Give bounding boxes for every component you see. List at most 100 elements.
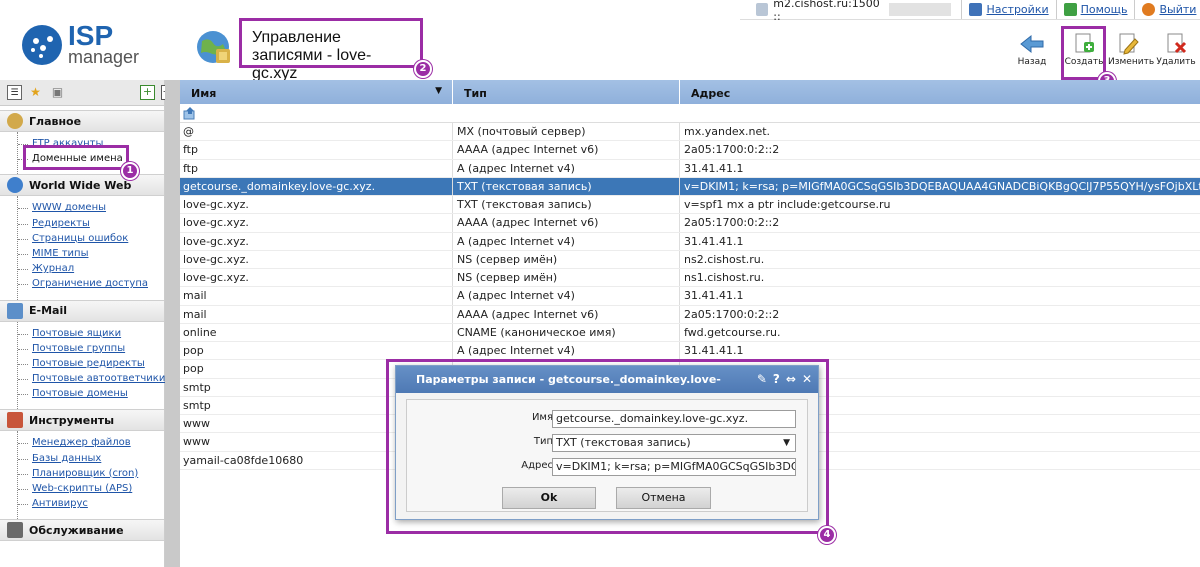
sidebar-tabs: ☰ ★ ▣ + − (0, 80, 173, 106)
sidebar-item-cron[interactable]: Планировщик (cron) (18, 466, 164, 481)
back-button[interactable]: Назад (1012, 33, 1052, 67)
sidebar-item-www-domains[interactable]: WWW домены (18, 200, 164, 215)
cell-type: NS (сервер имён) (453, 250, 680, 268)
sidebar-group-maintenance[interactable]: Обслуживание (0, 519, 164, 542)
menu-tab-icon[interactable]: ☰ (7, 85, 22, 100)
table-row[interactable]: mail A (адрес Internet v4) 31.41.41.1 (180, 287, 1200, 306)
cell-type: AAAA (адрес Internet v6) (453, 305, 680, 323)
sidebar-item-mail-domains[interactable]: Почтовые домены (18, 386, 164, 401)
cell-address: ns2.cishost.ru. (684, 252, 765, 266)
cell-type: A (адрес Internet v4) (453, 159, 680, 177)
cell-address: fwd.getcourse.ru. (684, 325, 781, 339)
sidebar-item-mail-redirects[interactable]: Почтовые редиректы (18, 356, 164, 371)
cell-name: love-gc.xyz. (180, 214, 453, 232)
group-title-www: World Wide Web (29, 178, 132, 192)
cell-address: v=DKIM1; k=rsa; p=MIGfMA0GCSqGSIb3DQEBAQ… (684, 179, 1200, 193)
help-link[interactable]: Помощь (1057, 0, 1136, 19)
logout-label: Выйти (1159, 3, 1197, 16)
sidebar-item-mime-types[interactable]: MIME типы (18, 246, 164, 261)
table-row[interactable]: ftp A (адрес Internet v4) 31.41.41.1 (180, 159, 1200, 178)
edit-button[interactable]: Изменить (1108, 33, 1154, 67)
cell-type: CNAME (каноническое имя) (453, 323, 680, 341)
cell-name: love-gc.xyz. (180, 269, 453, 287)
group-title-tools: Инструменты (29, 413, 115, 427)
mail-icon (7, 302, 23, 319)
sidebar-item-file-manager[interactable]: Менеджер файлов (18, 435, 164, 450)
sidebar-item-redirects[interactable]: Редиректы (18, 216, 164, 231)
annotation-badge-2: 2 (414, 60, 432, 78)
domain-names-highlight (23, 145, 129, 170)
cell-address: v=spf1 mx a ptr include:getcourse.ru (684, 198, 891, 211)
server-icon (756, 3, 769, 16)
group-title-maintenance: Обслуживание (29, 523, 124, 537)
cell-type: AAAA (адрес Internet v6) (453, 214, 680, 232)
parent-level-row[interactable] (180, 104, 1200, 123)
help-label: Помощь (1080, 3, 1128, 16)
table-row[interactable]: love-gc.xyz. NS (сервер имён) ns2.cishost.… (180, 250, 1200, 269)
sort-down-icon: ▼ (435, 86, 442, 96)
sidebar-items-email: Почтовые ящики Почтовые группы Почтовые … (17, 321, 165, 410)
sidebar-item-log[interactable]: Журнал (18, 261, 164, 276)
table-row[interactable]: love-gc.xyz. NS (сервер имён) ns1.cishost.… (180, 269, 1200, 288)
level-up-icon[interactable] (183, 106, 197, 120)
back-arrow-icon (1020, 34, 1044, 54)
group-title-email: E-Mail (29, 304, 67, 317)
table-row[interactable]: mail AAAA (адрес Internet v6) 2a05:1700:0:… (180, 305, 1200, 324)
sidebar-group-main[interactable]: Главное (0, 110, 164, 132)
table-row[interactable]: love-gc.xyz. AAAA (адрес Internet v6) 2a05… (180, 214, 1200, 233)
sidebar-item-mail-groups[interactable]: Почтовые группы (18, 341, 164, 356)
cell-address: 31.41.41.1 (684, 289, 744, 303)
sidebar-item-antivirus[interactable]: Антивирус (18, 496, 164, 511)
sidebar-item-error-pages[interactable]: Страницы ошибок (18, 231, 164, 246)
cell-address: 31.41.41.1 (684, 344, 744, 357)
power-icon (1142, 3, 1156, 16)
delete-label: Удалить (1156, 57, 1196, 67)
sidebar-item-mailboxes[interactable]: Почтовые ящики (18, 326, 164, 341)
cell-name: love-gc.xyz. (180, 196, 453, 214)
sidebar-item-databases[interactable]: Базы данных (18, 451, 164, 466)
page-title: Управление записями - love-gc.xyz (239, 18, 423, 82)
annotation-badge-4: 4 (818, 526, 836, 544)
sidebar-items-tools: Менеджер файлов Базы данных Планировщик … (17, 431, 164, 520)
briefcase-tab-icon[interactable]: ▣ (50, 85, 65, 100)
cell-type: TXT (текстовая запись) (453, 196, 680, 214)
create-highlight (1061, 26, 1106, 80)
table-row[interactable]: online CNAME (каноническое имя) fwd.getcou… (180, 323, 1200, 342)
cell-name: love-gc.xyz. (180, 250, 453, 268)
header-address-label: Адрес (691, 87, 731, 100)
delete-document-icon (1167, 33, 1187, 54)
column-header-name[interactable]: Имя ▼ (180, 80, 453, 104)
expand-all-icon[interactable]: + (140, 85, 155, 100)
column-header-type[interactable]: Тип (453, 80, 680, 104)
server-address: m2.cishost.ru:1500 :: (773, 0, 880, 23)
annotation-badge-1: 1 (121, 162, 139, 180)
star-tab-icon[interactable]: ★ (28, 85, 43, 100)
cell-name: online (180, 323, 453, 341)
settings-link[interactable]: Настройки (962, 0, 1057, 19)
table-row[interactable]: love-gc.xyz. A (адрес Internet v4) 31.41.4… (180, 232, 1200, 251)
sidebar-item-autoresponders[interactable]: Почтовые автоответчики (18, 371, 165, 386)
cell-address: 2a05:1700:0:2::2 (684, 307, 780, 321)
settings-icon (969, 3, 983, 16)
sidebar-item-web-scripts[interactable]: Web-скрипты (APS) (18, 481, 164, 496)
column-header-address[interactable]: Адрес (680, 80, 1200, 104)
table-row[interactable]: @ MX (почтовый сервер) mx.yandex.net. (180, 123, 1200, 142)
delete-button[interactable]: Удалить (1156, 33, 1196, 67)
globe-group-icon (7, 177, 23, 194)
cell-name: ftp (180, 159, 453, 177)
group-title-main: Главное (29, 114, 82, 128)
sidebar-group-www[interactable]: World Wide Web (0, 174, 164, 197)
table-row[interactable]: pop A (адрес Internet v4) 31.41.41.1 (180, 342, 1200, 361)
sidebar-scrollbar[interactable] (165, 80, 180, 567)
top-bar: m2.cishost.ru:1500 :: Настройки Помощь В… (740, 0, 1200, 23)
table-row[interactable]: love-gc.xyz. TXT (текстовая запись) v=spf1… (180, 196, 1200, 215)
logo-manager-text: manager (68, 47, 140, 67)
sidebar-group-email[interactable]: E-Mail (0, 299, 164, 322)
cell-name: ftp (180, 141, 453, 159)
table-row[interactable]: getcourse._domainkey.love-gc.xyz. TXT (те… (180, 177, 1200, 196)
table-row[interactable]: ftp AAAA (адрес Internet v6) 2a05:1700:0:2… (180, 141, 1200, 160)
logout-link[interactable]: Выйти (1135, 0, 1200, 19)
cell-address: mx.yandex.net. (684, 125, 771, 138)
sidebar-item-access-limit[interactable]: Ограничение доступа (18, 276, 164, 291)
sidebar-group-tools[interactable]: Инструменты (0, 409, 164, 432)
